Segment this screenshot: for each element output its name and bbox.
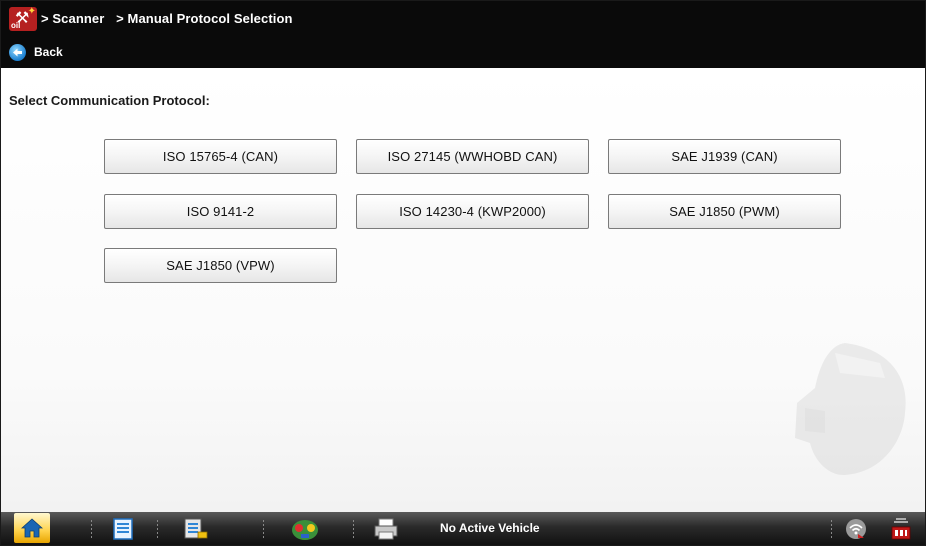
- breadcrumb: > Scanner > Manual Protocol Selection: [41, 11, 301, 26]
- vehicle-info-button[interactable]: [108, 515, 138, 542]
- taskbar-divider: [353, 520, 354, 538]
- protocol-button-sae-j1850-vpw[interactable]: SAE J1850 (VPW): [104, 248, 337, 283]
- printer-icon: [374, 518, 398, 539]
- protocol-button-sae-j1939-can[interactable]: SAE J1939 (CAN): [608, 139, 841, 174]
- protocol-button-iso-15765-4-can[interactable]: ISO 15765-4 (CAN): [104, 139, 337, 174]
- main-content: Select Communication Protocol: ISO 15765…: [1, 68, 925, 512]
- breadcrumb-manual-protocol-selection: > Manual Protocol Selection: [116, 11, 293, 26]
- protocol-prompt: Select Communication Protocol:: [9, 93, 210, 108]
- vehicle-status-text: No Active Vehicle: [440, 521, 540, 535]
- home-icon: [21, 518, 43, 538]
- protocol-button-sae-j1850-pwm[interactable]: SAE J1850 (PWM): [608, 194, 841, 229]
- taskbar: No Active Vehicle: [1, 512, 925, 545]
- back-label: Back: [34, 45, 63, 59]
- battery-status[interactable]: [886, 515, 916, 542]
- scanner-button[interactable]: [288, 515, 322, 542]
- taskbar-divider: [831, 520, 832, 538]
- vehicle-records-button[interactable]: [181, 515, 211, 542]
- wireless-icon: [846, 518, 866, 539]
- protocol-button-iso-9141-2[interactable]: ISO 9141-2: [104, 194, 337, 229]
- battery-icon: [891, 517, 911, 539]
- app-window: ⚒ ✦ oil > Scanner > Manual Protocol Sele…: [0, 0, 926, 546]
- scanner-icon: [292, 519, 318, 540]
- breadcrumb-scanner[interactable]: > Scanner: [41, 11, 104, 26]
- engine-watermark-icon: [795, 343, 906, 476]
- scanner-app-icon: ⚒ ✦ oil: [9, 7, 37, 31]
- taskbar-divider: [91, 520, 92, 538]
- taskbar-divider: [157, 520, 158, 538]
- title-bar: ⚒ ✦ oil > Scanner > Manual Protocol Sele…: [1, 1, 925, 68]
- vehicle-records-icon: [184, 518, 208, 538]
- protocol-button-iso-14230-4-kwp2000[interactable]: ISO 14230-4 (KWP2000): [356, 194, 589, 229]
- back-button[interactable]: Back: [9, 41, 63, 63]
- taskbar-divider: [263, 520, 264, 538]
- printer-button[interactable]: [371, 515, 401, 542]
- protocol-button-iso-27145-wwhobd-can[interactable]: ISO 27145 (WWHOBD CAN): [356, 139, 589, 174]
- vehicle-info-icon: [113, 517, 133, 540]
- back-arrow-icon: [9, 43, 26, 61]
- wireless-status[interactable]: [843, 515, 869, 542]
- home-button[interactable]: [14, 513, 50, 543]
